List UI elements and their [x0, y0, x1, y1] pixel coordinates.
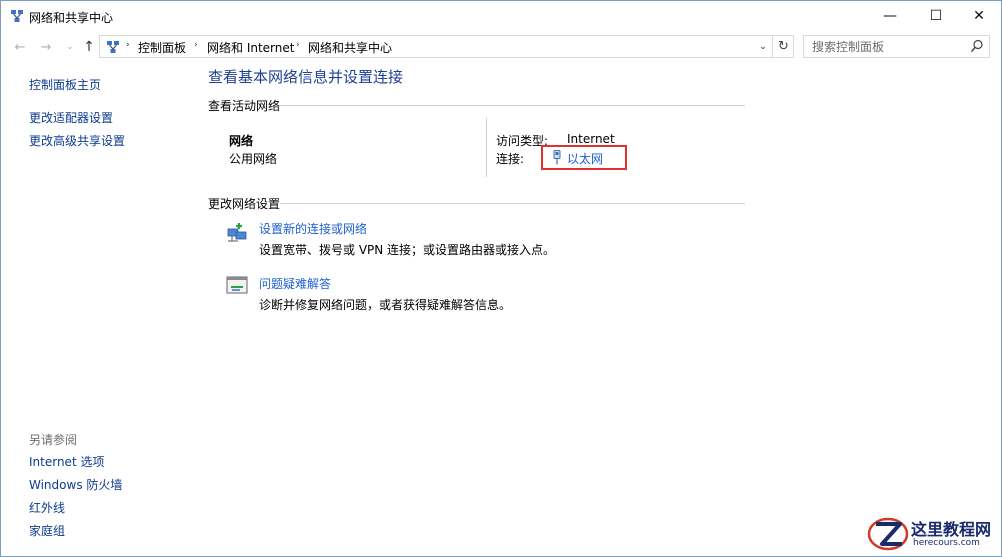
- close-button[interactable]: ✕: [956, 1, 1002, 31]
- watermark-logo-icon: [867, 517, 909, 551]
- back-button[interactable]: ←: [11, 38, 29, 56]
- maximize-button[interactable]: ☐: [913, 1, 959, 31]
- minimize-button[interactable]: —: [867, 1, 913, 31]
- breadcrumb-control-panel[interactable]: 控制面板: [138, 39, 186, 56]
- breadcrumb-separator: ›: [194, 40, 198, 50]
- connection-highlight-box: 以太网: [541, 145, 627, 170]
- breadcrumb-separator: ›: [296, 40, 300, 50]
- change-adapter-settings-link[interactable]: 更改适配器设置: [29, 109, 113, 126]
- troubleshoot-description: 诊断并修复网络问题，或者获得疑难解答信息。: [259, 298, 512, 312]
- see-also-heading: 另请参阅: [29, 433, 78, 447]
- connection-label: 连接:: [496, 152, 525, 166]
- control-panel-icon: [107, 41, 119, 53]
- setup-connection-description: 设置宽带、拨号或 VPN 连接；或设置路由器或接入点。: [259, 243, 556, 257]
- network-info-divider: [486, 118, 487, 177]
- address-row: ← → ⌄ ↑ › 控制面板 › 网络和 Internet › 网络和共享中心 …: [1, 32, 1001, 62]
- active-networks-heading: 查看活动网络: [208, 99, 281, 113]
- forward-button[interactable]: →: [37, 38, 55, 56]
- setup-connection-link[interactable]: 设置新的连接或网络: [259, 220, 367, 237]
- change-network-settings-heading: 更改网络设置: [208, 197, 281, 211]
- network-category: 公用网络: [229, 152, 278, 166]
- ethernet-connection-link[interactable]: 以太网: [567, 150, 603, 167]
- breadcrumb-network-internet[interactable]: 网络和 Internet: [207, 39, 294, 56]
- ethernet-icon: [553, 150, 561, 165]
- refresh-button[interactable]: ↻: [772, 36, 794, 57]
- search-box: [803, 35, 990, 58]
- internet-options-link[interactable]: Internet 选项: [29, 453, 104, 470]
- search-icon[interactable]: [970, 39, 984, 53]
- breadcrumb-separator: ›: [126, 40, 130, 50]
- section-divider: [280, 203, 745, 204]
- breadcrumb-network-sharing-center[interactable]: 网络和共享中心: [308, 39, 392, 56]
- title-bar: 网络和共享中心 — ☐ ✕: [1, 1, 1001, 32]
- homegroup-link[interactable]: 家庭组: [29, 522, 65, 539]
- network-icon: [11, 10, 23, 22]
- page-title: 查看基本网络信息并设置连接: [208, 68, 404, 86]
- up-button[interactable]: ↑: [80, 38, 98, 56]
- change-advanced-sharing-link[interactable]: 更改高级共享设置: [29, 132, 125, 149]
- watermark-url: herecours.com: [913, 538, 980, 548]
- troubleshoot-icon: [226, 276, 248, 294]
- address-bar[interactable]: › 控制面板 › 网络和 Internet › 网络和共享中心 ⌄ ↻: [99, 35, 794, 58]
- watermark-title: 这里教程网: [911, 520, 992, 539]
- watermark: 这里教程网 herecours.com: [863, 512, 1001, 556]
- window-title: 网络和共享中心: [29, 11, 114, 25]
- section-divider: [280, 105, 745, 106]
- troubleshoot-link[interactable]: 问题疑难解答: [259, 275, 331, 292]
- recent-locations-button[interactable]: ⌄: [61, 38, 79, 56]
- access-type-value: Internet: [567, 132, 615, 146]
- address-dropdown-button[interactable]: ⌄: [756, 39, 770, 55]
- new-connection-icon: [227, 223, 247, 242]
- network-name: 网络: [229, 134, 254, 148]
- control-panel-home-link[interactable]: 控制面板主页: [29, 76, 101, 93]
- left-pane: 控制面板主页 更改适配器设置 更改高级共享设置 另请参阅 Internet 选项…: [1, 63, 196, 557]
- search-input[interactable]: [804, 36, 964, 57]
- main-pane: 查看基本网络信息并设置连接 查看活动网络 网络 公用网络 访问类型: Inter…: [196, 63, 1001, 557]
- network-sharing-center-window: 网络和共享中心 — ☐ ✕ ← → ⌄ ↑ › 控制面板 › 网络和 Inter…: [0, 0, 1002, 557]
- windows-firewall-link[interactable]: Windows 防火墙: [29, 476, 122, 493]
- infrared-link[interactable]: 红外线: [29, 499, 65, 516]
